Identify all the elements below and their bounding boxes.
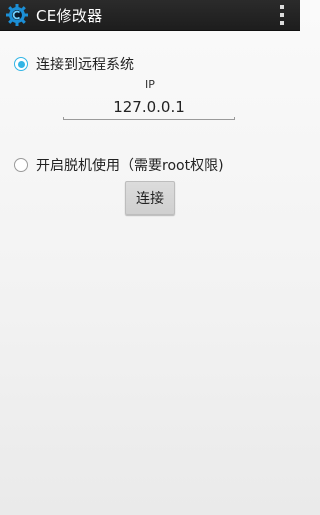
offline-mode-label: 开启脱机使用（需要root权限): [36, 158, 224, 174]
app-title: CE修改器: [36, 6, 103, 25]
action-bar: CE修改器: [0, 0, 300, 31]
remote-connect-radio[interactable]: [14, 57, 28, 71]
ip-label: IP: [145, 78, 155, 91]
overflow-menu-icon[interactable]: [278, 5, 286, 25]
ce-gear-logo-icon[interactable]: [4, 2, 30, 28]
remote-connect-label: 连接到远程系统: [36, 57, 134, 73]
remote-connect-option[interactable]: 连接到远程系统: [14, 54, 134, 74]
connect-button[interactable]: 连接: [125, 181, 175, 215]
ip-value: 127.0.0.1: [113, 98, 185, 116]
ip-input-underline: [63, 117, 235, 120]
offline-mode-radio[interactable]: [14, 158, 28, 172]
offline-mode-option[interactable]: 开启脱机使用（需要root权限): [14, 155, 224, 175]
ip-input[interactable]: 127.0.0.1: [63, 96, 235, 120]
